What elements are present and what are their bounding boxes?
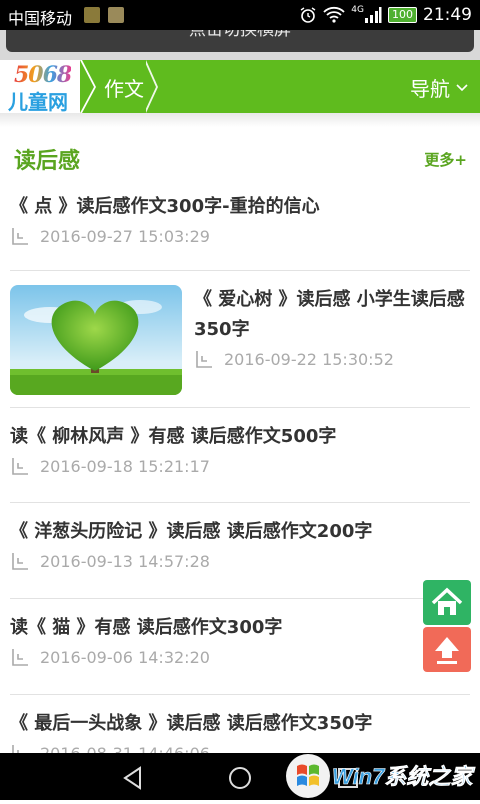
article-date: 2016-09-06 14:32:20 (40, 647, 210, 667)
article-date: 2016-09-27 15:03:29 (40, 226, 210, 246)
article-item[interactable]: 《 洋葱头历险记 》读后感 读后感作文200字 2016-09-13 14:57… (10, 503, 470, 599)
landscape-toggle-button[interactable]: 点击切换横屏 (6, 30, 474, 52)
network-type: 4G (351, 5, 364, 15)
article-item[interactable]: 读《 柳林风声 》有感 读后感作文500字 2016-09-18 15:21:1… (10, 408, 470, 503)
article-title[interactable]: 《 最后一头战象 》读后感 读后感作文350字 (10, 695, 470, 739)
chevron-down-icon (456, 83, 468, 91)
watermark-brand: Win7系统之家 (332, 764, 475, 789)
site-logo[interactable]: 5068 儿童网 (0, 60, 82, 114)
logo-number: 5068 (14, 62, 72, 88)
clock-icon (12, 553, 28, 570)
home-button[interactable] (423, 580, 471, 625)
article-meta: 2016-09-27 15:03:29 (10, 226, 470, 246)
article-meta: 2016-09-22 15:30:52 (194, 349, 470, 369)
article-item[interactable]: 《 爱心树 》读后感 小学生读后感350字 2016-09-22 15:30:5… (10, 271, 470, 408)
home-icon (431, 587, 463, 615)
article-body: 《 爱心树 》读后感 小学生读后感350字 2016-09-22 15:30:5… (194, 285, 470, 369)
clock-icon (12, 649, 28, 666)
article-meta: 2016-09-06 14:32:20 (10, 647, 470, 667)
article-list: 《 点 》读后感作文300字-重拾的信心 2016-09-27 15:03:29 (0, 178, 480, 790)
circle-home-icon[interactable] (227, 765, 253, 791)
arrow-up-icon (435, 637, 459, 664)
notification-app-icon (84, 7, 100, 23)
breadcrumb-category[interactable]: 作文 (104, 73, 144, 102)
header-shadow (0, 113, 480, 127)
article-date: 2016-09-18 15:21:17 (40, 456, 210, 476)
heart-tree-image (10, 285, 182, 395)
crumb-divider-inner (80, 60, 94, 113)
watermark: Win7系统之家 (280, 752, 476, 800)
carrier-name: 中国移动 (8, 9, 73, 28)
wifi-icon (323, 6, 345, 23)
signal-icon (365, 7, 382, 23)
section-title: 读后感 (14, 149, 81, 174)
article-title[interactable]: 《 点 》读后感作文300字-重拾的信心 (10, 178, 470, 222)
article-date: 2016-09-13 14:57:28 (40, 551, 210, 571)
article-title[interactable]: 读《 猫 》有感 读后感作文300字 (10, 599, 470, 643)
clock-time: 21:49 (423, 5, 472, 25)
site-header: 5068 儿童网 作文 导航 (0, 60, 480, 114)
clock-icon (12, 458, 28, 475)
clock-icon (196, 351, 212, 368)
more-link[interactable]: 更多+ (424, 149, 467, 170)
article-item[interactable]: 《 点 》读后感作文300字-重拾的信心 2016-09-27 15:03:29 (10, 178, 470, 271)
article-title[interactable]: 《 爱心树 》读后感 小学生读后感350字 (194, 285, 470, 345)
article-meta: 2016-09-18 15:21:17 (10, 456, 470, 476)
article-thumbnail[interactable] (10, 285, 182, 395)
article-date: 2016-09-22 15:30:52 (224, 349, 394, 369)
clock-icon (12, 228, 28, 245)
landscape-toggle-label: 点击切换横屏 (189, 30, 291, 40)
article-title[interactable]: 读《 柳林风声 》有感 读后感作文500字 (10, 408, 470, 452)
logo-name: 儿童网 (8, 90, 68, 114)
nav-menu-button[interactable]: 导航 (410, 73, 468, 102)
crumb-divider-2-inner (144, 60, 156, 113)
notification-image-icon (108, 7, 124, 23)
battery-indicator: 100 (388, 7, 417, 23)
back-to-top-button[interactable] (423, 627, 471, 672)
nav-menu-label: 导航 (410, 77, 450, 101)
article-title[interactable]: 《 洋葱头历险记 》读后感 读后感作文200字 (10, 503, 470, 547)
alarm-icon (300, 7, 316, 23)
article-item[interactable]: 读《 猫 》有感 读后感作文300字 2016-09-06 14:32:20 (10, 599, 470, 695)
triangle-back-icon[interactable] (120, 765, 146, 791)
status-bar: 中国移动 4G 100 21:49 (0, 0, 480, 30)
article-meta: 2016-09-13 14:57:28 (10, 551, 470, 571)
win7-logo: Win7系统之家 (286, 754, 476, 798)
